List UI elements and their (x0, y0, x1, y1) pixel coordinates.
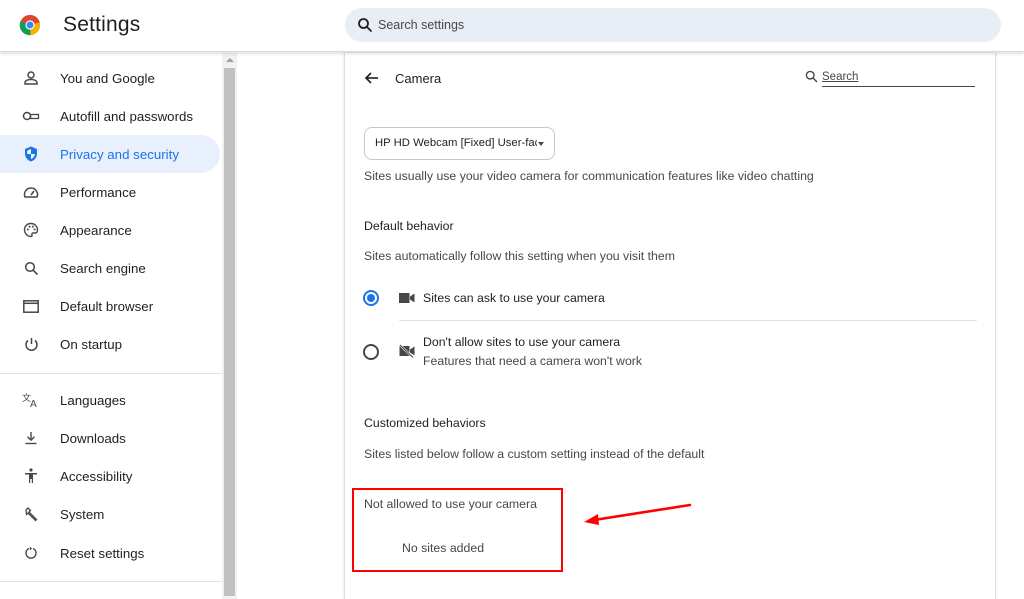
page-title: Camera (395, 71, 442, 86)
sidebar-item-label: Privacy and security (60, 146, 179, 162)
back-arrow-icon[interactable] (363, 69, 381, 87)
option-divider (399, 320, 977, 321)
no-sites-added-text: No sites added (402, 541, 485, 555)
key-icon (22, 107, 40, 125)
search-icon (22, 259, 40, 277)
sidebar-item-default-browser[interactable]: Default browser (0, 287, 220, 325)
sidebar-item-label: System (60, 506, 105, 522)
sidebar-item-appearance[interactable]: Appearance (0, 211, 220, 249)
camera-device-select[interactable]: HP HD Webcam [Fixed] User-facing (364, 127, 555, 160)
camera-device-value: HP HD Webcam [Fixed] User-facing (375, 137, 537, 149)
sidebar-item-label: You and Google (60, 70, 155, 86)
speedometer-icon (22, 183, 40, 201)
sidebar-item-label: Accessibility (60, 468, 133, 484)
app-title: Settings (63, 13, 141, 36)
dropdown-caret-icon (538, 142, 544, 146)
sidebar-item-reset-settings[interactable]: Reset settings (0, 534, 220, 572)
sidebar-nav: You and Google Autofill and passwords Pr… (0, 53, 222, 599)
search-icon (805, 70, 818, 83)
palette-icon (22, 221, 40, 239)
sidebar-item-performance[interactable]: Performance (0, 173, 220, 211)
accessibility-icon (22, 467, 40, 485)
sidebar-item-label: Performance (60, 184, 137, 200)
svg-text:A: A (30, 399, 37, 408)
radio-option-label: Sites can ask to use your camera (423, 291, 605, 305)
sidebar-scrollbar[interactable] (222, 53, 237, 599)
sidebar-divider (0, 581, 222, 582)
sidebar-item-you-and-google[interactable]: You and Google (0, 59, 220, 97)
wrench-icon (22, 505, 40, 523)
shield-icon (22, 145, 40, 163)
sidebar-item-on-startup[interactable]: On startup (0, 325, 220, 363)
camera-off-icon (399, 344, 415, 358)
customized-behaviors-description: Sites listed below follow a custom setti… (364, 447, 705, 461)
sidebar-item-label: Languages (60, 392, 126, 408)
camera-search-input[interactable] (822, 67, 975, 87)
sidebar-divider (0, 373, 222, 374)
chrome-logo-icon (19, 14, 41, 36)
translate-icon: 文A (22, 391, 40, 409)
page-right-gutter (997, 53, 1024, 599)
sidebar-item-privacy-and-security[interactable]: Privacy and security (0, 135, 220, 173)
reset-icon (22, 544, 40, 562)
radio-option-block[interactable]: Don't allow sites to use your camera Fea… (363, 330, 977, 370)
default-behavior-heading: Default behavior (364, 219, 454, 233)
default-behavior-description: Sites automatically follow this setting … (364, 249, 675, 263)
search-icon (358, 18, 372, 32)
camera-search[interactable] (805, 67, 975, 87)
radio-option-sublabel: Features that need a camera won't work (423, 354, 643, 368)
scroll-up-arrow-icon[interactable] (226, 58, 234, 62)
camera-settings-card: Camera HP HD Webcam [Fixed] User-facing … (344, 53, 996, 599)
radio-button-unchecked[interactable] (363, 344, 379, 360)
search-settings-box[interactable] (345, 8, 1001, 42)
sidebar-item-system[interactable]: System (0, 495, 220, 533)
scrollbar-thumb[interactable] (224, 68, 235, 596)
sidebar-item-autofill[interactable]: Autofill and passwords (0, 97, 220, 135)
customized-behaviors-heading: Customized behaviors (364, 416, 486, 430)
power-icon (22, 335, 40, 353)
radio-button-checked[interactable] (363, 290, 379, 306)
sidebar-item-languages[interactable]: 文A Languages (0, 381, 220, 419)
sidebar-item-label: Reset settings (60, 545, 145, 561)
sidebar-item-label: On startup (60, 336, 123, 352)
download-icon (22, 429, 40, 447)
sidebar-item-label: Downloads (60, 430, 126, 446)
person-icon (22, 69, 40, 87)
radio-option-allow-ask[interactable]: Sites can ask to use your camera (363, 279, 977, 319)
sidebar-item-search-engine[interactable]: Search engine (0, 249, 220, 287)
not-allowed-heading: Not allowed to use your camera (364, 497, 537, 511)
sidebar-item-label: Default browser (60, 298, 154, 314)
sidebar-item-label: Search engine (60, 260, 146, 276)
settings-header: Settings (0, 0, 1024, 52)
sidebar-item-label: Autofill and passwords (60, 108, 194, 124)
camera-description: Sites usually use your video camera for … (364, 169, 814, 183)
camera-icon (399, 293, 415, 303)
browser-window-icon (22, 297, 40, 315)
sidebar-item-accessibility[interactable]: Accessibility (0, 457, 220, 495)
search-settings-input[interactable] (378, 8, 978, 42)
radio-option-label: Don't allow sites to use your camera (423, 335, 621, 349)
sidebar-item-label: Appearance (60, 222, 132, 238)
sidebar-item-downloads[interactable]: Downloads (0, 419, 220, 457)
